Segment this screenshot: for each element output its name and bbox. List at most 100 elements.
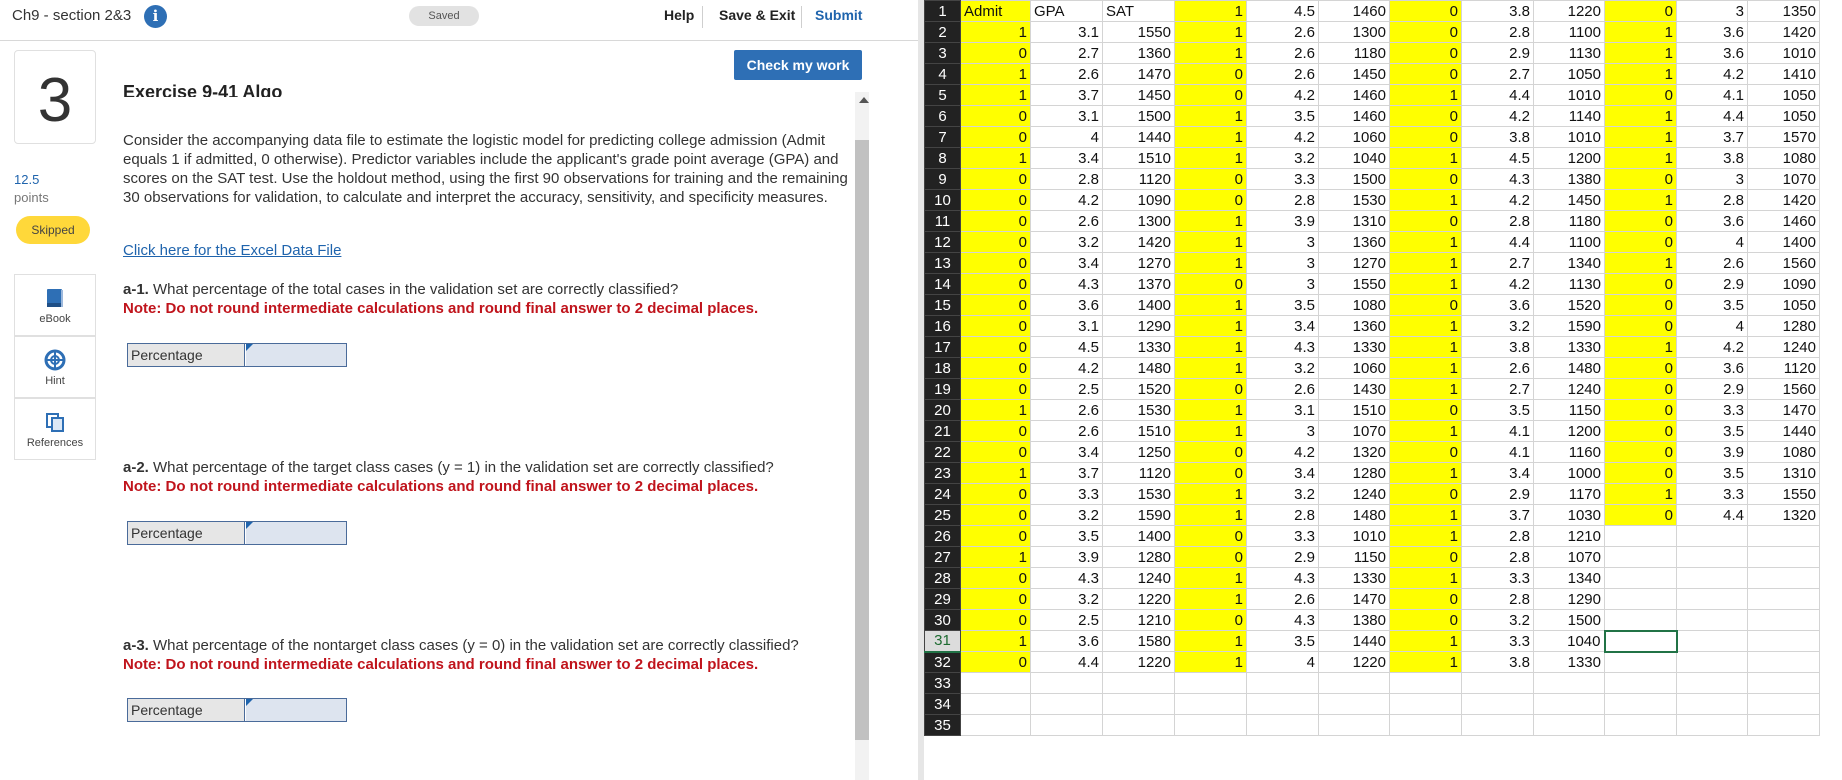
spreadsheet-cell[interactable]: 1	[1174, 126, 1247, 148]
spreadsheet-cell[interactable]: 1270	[1318, 252, 1390, 274]
spreadsheet-cell[interactable]: 1	[1604, 147, 1677, 169]
spreadsheet-cell[interactable]	[1603, 629, 1678, 653]
row-header[interactable]: 19	[924, 378, 961, 400]
spreadsheet-cell[interactable]: 3.3	[1246, 168, 1319, 190]
spreadsheet-cell[interactable]: 1	[1604, 105, 1677, 127]
row-header[interactable]: 31	[924, 630, 961, 653]
spreadsheet-cell[interactable]: 1480	[1533, 357, 1605, 379]
spreadsheet-cell[interactable]: 3.3	[1676, 483, 1748, 505]
spreadsheet-cell[interactable]: 1470	[1747, 399, 1820, 421]
spreadsheet-cell[interactable]: 1	[1389, 336, 1462, 358]
spreadsheet-cell[interactable]: 0	[960, 336, 1031, 358]
spreadsheet-cell[interactable]: 1140	[1533, 105, 1605, 127]
spreadsheet-cell[interactable]: 3.4	[1030, 441, 1103, 463]
spreadsheet-cell[interactable]: 2.8	[1676, 189, 1748, 211]
spreadsheet-cell[interactable]: 1180	[1533, 210, 1605, 232]
spreadsheet-cell[interactable]: 1420	[1747, 21, 1820, 43]
spreadsheet-cell[interactable]: 2.8	[1461, 546, 1534, 568]
spreadsheet-cell[interactable]: 0	[960, 420, 1031, 442]
spreadsheet-cell[interactable]	[1747, 525, 1820, 547]
row-header[interactable]: 11	[924, 210, 961, 232]
spreadsheet-cell[interactable]: 1050	[1747, 294, 1820, 316]
spreadsheet-cell[interactable]: 1430	[1318, 378, 1390, 400]
spreadsheet-cell[interactable]: 1010	[1747, 42, 1820, 64]
spreadsheet-cell[interactable]: 1500	[1102, 105, 1175, 127]
spreadsheet-cell[interactable]: 2.8	[1461, 21, 1534, 43]
spreadsheet-cell[interactable]: 1270	[1102, 252, 1175, 274]
spreadsheet-cell[interactable]: 0	[960, 504, 1031, 526]
spreadsheet-cell[interactable]: 3	[1246, 231, 1319, 253]
spreadsheet-cell[interactable]: 1280	[1747, 315, 1820, 337]
spreadsheet-cell[interactable]	[1102, 672, 1175, 694]
spreadsheet-cell[interactable]: 1000	[1533, 462, 1605, 484]
spreadsheet-cell[interactable]	[1102, 693, 1175, 715]
spreadsheet-cell[interactable]	[1604, 546, 1677, 568]
spreadsheet-cell[interactable]: 2.8	[1461, 588, 1534, 610]
spreadsheet-cell[interactable]: 1360	[1102, 42, 1175, 64]
spreadsheet-cell[interactable]: 1240	[1747, 336, 1820, 358]
spreadsheet-cell[interactable]: 1050	[1533, 63, 1605, 85]
spreadsheet-cell[interactable]: 0	[1389, 42, 1462, 64]
spreadsheet-cell[interactable]: 2.7	[1461, 378, 1534, 400]
percentage-input[interactable]	[246, 699, 346, 721]
spreadsheet-cell[interactable]: SAT	[1102, 0, 1175, 22]
spreadsheet-cell[interactable]	[1030, 693, 1103, 715]
spreadsheet-cell[interactable]: 3.3	[1676, 399, 1748, 421]
spreadsheet-cell[interactable]: 1550	[1747, 483, 1820, 505]
spreadsheet-cell[interactable]: 1240	[1102, 567, 1175, 589]
spreadsheet-cell[interactable]: 2.6	[1676, 252, 1748, 274]
spreadsheet-cell[interactable]: 1210	[1102, 609, 1175, 631]
spreadsheet-cell[interactable]: 2.9	[1246, 546, 1319, 568]
spreadsheet-cell[interactable]: 1420	[1747, 189, 1820, 211]
spreadsheet-cell[interactable]: 4.2	[1030, 189, 1103, 211]
references-button[interactable]: References	[14, 398, 96, 460]
spreadsheet-cell[interactable]: 1080	[1318, 294, 1390, 316]
spreadsheet-cell[interactable]	[1246, 672, 1319, 694]
spreadsheet-cell[interactable]: 0	[1604, 168, 1677, 190]
spreadsheet-cell[interactable]: 1	[1389, 84, 1462, 106]
spreadsheet-cell[interactable]: 2.8	[1461, 210, 1534, 232]
spreadsheet-cell[interactable]: 1350	[1747, 0, 1820, 22]
spreadsheet-cell[interactable]: 2.6	[1246, 63, 1319, 85]
row-header[interactable]: 30	[924, 609, 961, 631]
spreadsheet-cell[interactable]: 3.7	[1030, 462, 1103, 484]
spreadsheet-cell[interactable]: 3.7	[1030, 84, 1103, 106]
spreadsheet-cell[interactable]: 0	[960, 231, 1031, 253]
spreadsheet-cell[interactable]: 1	[1174, 210, 1247, 232]
spreadsheet-cell[interactable]: 3.5	[1676, 420, 1748, 442]
spreadsheet-cell[interactable]: 0	[960, 378, 1031, 400]
spreadsheet-cell[interactable]	[1102, 714, 1175, 736]
spreadsheet-cell[interactable]: 1570	[1747, 126, 1820, 148]
spreadsheet-cell[interactable]	[1604, 651, 1677, 673]
spreadsheet-cell[interactable]: 2.9	[1461, 483, 1534, 505]
row-header[interactable]: 14	[924, 273, 961, 295]
spreadsheet-cell[interactable]: 1220	[1102, 651, 1175, 673]
spreadsheet-cell[interactable]: 1330	[1533, 336, 1605, 358]
spreadsheet-cell[interactable]: 0	[1174, 546, 1247, 568]
spreadsheet-cell[interactable]: 1060	[1318, 357, 1390, 379]
spreadsheet-cell[interactable]: 2.7	[1461, 252, 1534, 274]
spreadsheet-cell[interactable]: 4.2	[1246, 84, 1319, 106]
spreadsheet-cell[interactable]: 3.6	[1676, 210, 1748, 232]
spreadsheet-cell[interactable]: 1280	[1318, 462, 1390, 484]
row-header[interactable]: 9	[924, 168, 961, 190]
spreadsheet-cell[interactable]: 1470	[1318, 588, 1390, 610]
spreadsheet-cell[interactable]: 1480	[1318, 504, 1390, 526]
spreadsheet-cell[interactable]: 3.6	[1676, 21, 1748, 43]
spreadsheet-cell[interactable]: 1320	[1318, 441, 1390, 463]
spreadsheet-cell[interactable]: 1530	[1102, 483, 1175, 505]
spreadsheet-cell[interactable]: 0	[1604, 273, 1677, 295]
row-header[interactable]: 24	[924, 483, 961, 505]
spreadsheet-cell[interactable]: 1100	[1533, 21, 1605, 43]
row-header[interactable]: 22	[924, 441, 961, 463]
spreadsheet-cell[interactable]: 1220	[1102, 588, 1175, 610]
submit-button[interactable]: Submit	[815, 7, 862, 23]
spreadsheet-cell[interactable]: 1510	[1318, 399, 1390, 421]
spreadsheet-cell[interactable]	[1747, 630, 1820, 652]
spreadsheet-cell[interactable]: 1300	[1318, 21, 1390, 43]
spreadsheet-cell[interactable]: 1100	[1533, 231, 1605, 253]
spreadsheet-cell[interactable]	[960, 672, 1031, 694]
spreadsheet-cell[interactable]: 0	[1174, 84, 1247, 106]
spreadsheet-cell[interactable]	[1030, 714, 1103, 736]
spreadsheet-cell[interactable]: 0	[1174, 378, 1247, 400]
